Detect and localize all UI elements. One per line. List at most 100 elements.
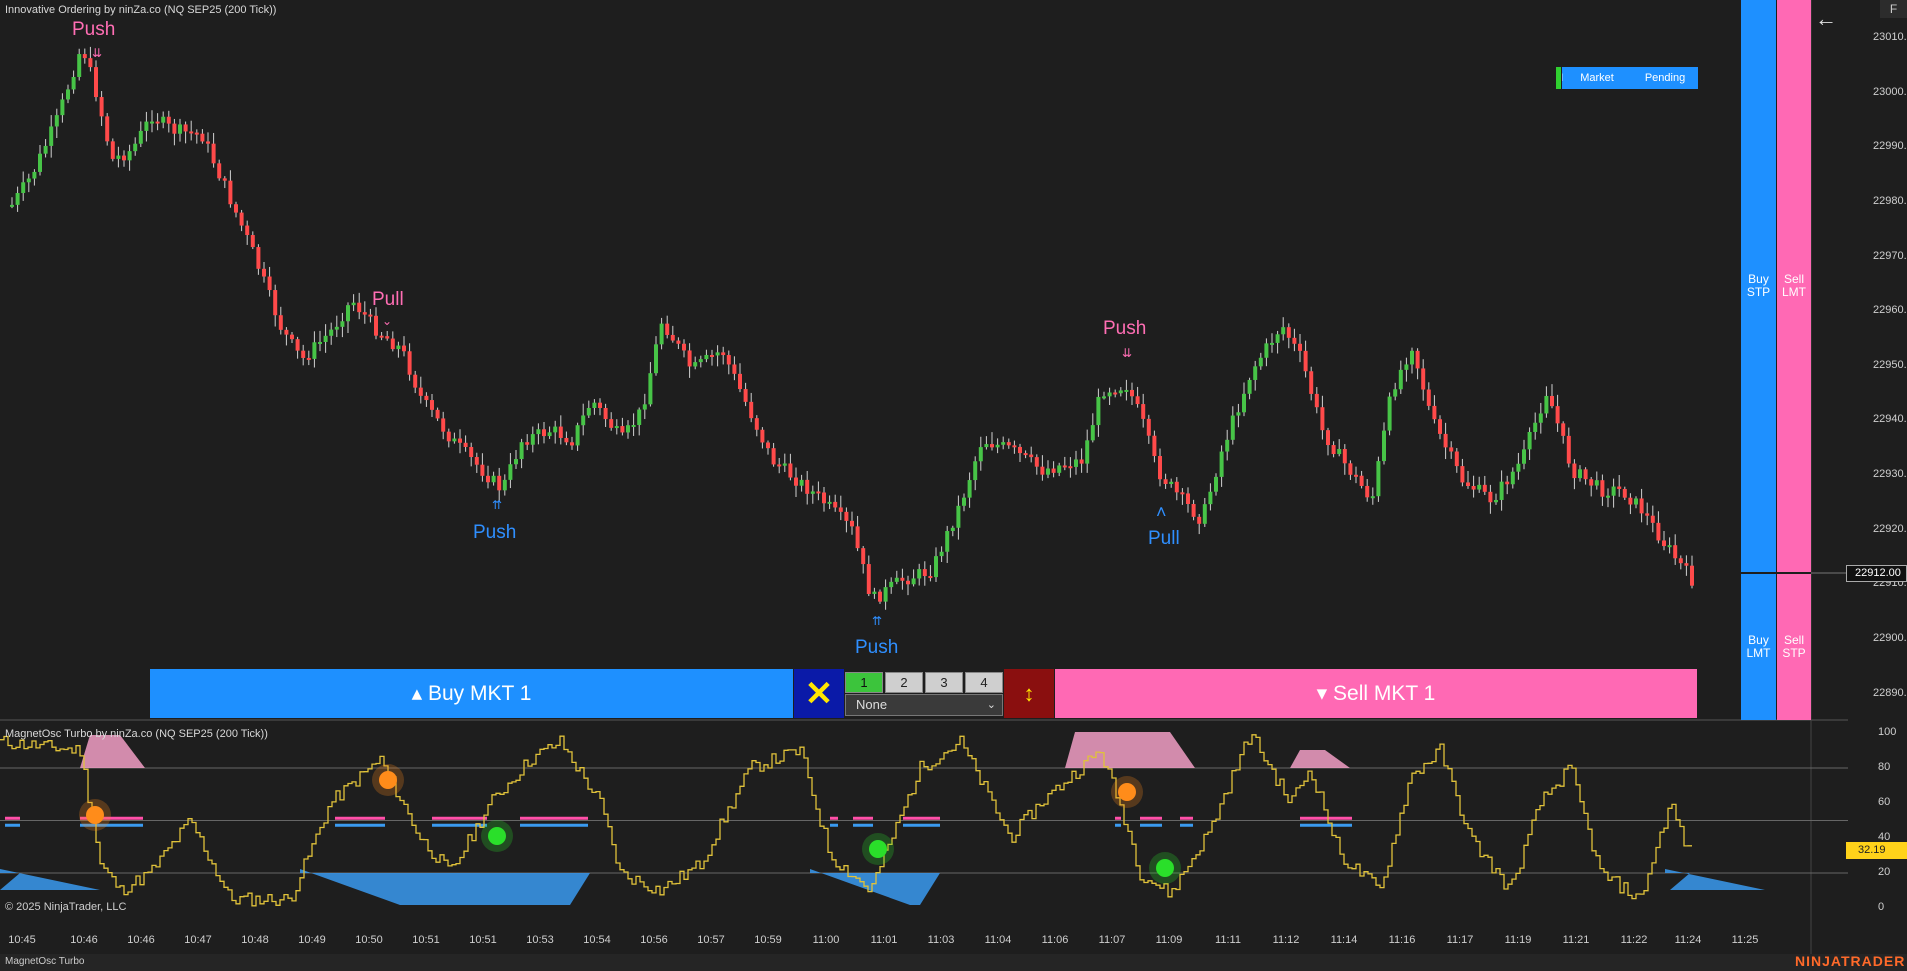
signal-bar [1300,816,1352,820]
candle-body [553,426,558,433]
chevron-up-icon: ˄ [1156,502,1167,522]
candle-body [911,578,916,585]
candle-body [1460,466,1465,483]
sell-stp-label: Sell STP [1782,633,1806,660]
buy-market-button[interactable]: ▴ Buy MKT 1 [150,669,793,718]
candle-body [1583,469,1588,480]
time-tick-label: 10:50 [355,934,383,946]
candle-body [1410,350,1414,365]
candle-body [351,302,356,306]
candle-body [1331,445,1336,455]
candle-body [1292,337,1297,344]
candle-body [866,564,871,594]
oscillator-plot [0,732,1848,907]
candle-body [474,457,479,465]
candle-body [1191,503,1196,517]
candle-body [441,418,446,432]
candle-body [973,461,978,481]
close-position-button[interactable]: ✕ [794,669,844,718]
candle-body [94,67,98,98]
qty-option-4[interactable]: 4 [965,672,1003,693]
atm-select-value: None [856,697,888,712]
back-arrow-icon[interactable]: ← [1814,6,1838,32]
candle-body [385,336,390,339]
candle-body [978,447,983,462]
oscillator-tick-label: 100 [1878,726,1897,738]
oversold-zone [1665,869,1765,890]
candle-body [306,357,311,360]
candle-body [1225,439,1230,452]
candle-body [1650,515,1655,523]
candle-body [984,444,989,448]
signal-bar [520,816,588,820]
candle-body [138,130,143,144]
signal-bar [1115,816,1121,820]
candle-body [693,362,698,367]
candle-body [1034,457,1039,467]
candle-body [502,479,507,491]
time-tick-label: 10:47 [184,934,212,946]
candle-body [77,54,82,77]
candle-body [435,409,440,419]
time-tick-label: 11:25 [1731,934,1759,946]
buy-stop-column[interactable]: Buy STP [1741,0,1776,572]
candle-body [26,178,31,183]
sell-stop-column[interactable]: Sell STP [1777,574,1811,720]
candle-body [1348,463,1353,475]
qty-option-1[interactable]: 1 [845,672,883,693]
candle-body [1678,558,1683,564]
candle-body [217,163,222,179]
candle-body [161,116,166,123]
price-tick-label: 22950.00 [1873,359,1907,371]
candle-body [1236,412,1241,416]
tab-market[interactable]: Market [1563,67,1631,89]
candle-body [1662,540,1666,547]
price-tick-label: 22980.00 [1873,195,1907,207]
candle-body [194,132,199,135]
candle-body [749,401,754,419]
candle-body [816,491,821,494]
signal-bar [853,816,873,820]
chart-canvas[interactable] [0,0,1907,971]
candle-body [889,581,894,588]
tab-pending[interactable]: Pending [1632,67,1698,89]
corner-button[interactable]: F [1880,0,1907,18]
candle-body [1298,343,1302,351]
candle-body [1074,459,1078,467]
candle-body [21,182,26,194]
qty-option-3[interactable]: 3 [925,672,963,693]
candle-body [547,432,552,437]
candle-body [15,193,20,205]
candle-body [133,143,138,152]
candle-body [1656,522,1661,541]
candle-body [250,235,255,248]
candle-body [1124,389,1129,392]
reverse-position-button[interactable]: ↕ [1004,669,1054,718]
candle-body [1264,343,1269,358]
candle-body [1214,476,1218,492]
time-tick-label: 11:24 [1674,934,1702,946]
candle-body [614,426,619,429]
qty-option-2[interactable]: 2 [885,672,923,693]
time-tick-label: 10:57 [697,934,725,946]
sell-market-button[interactable]: ▾ Sell MKT 1 [1055,669,1697,718]
candle-body [362,312,367,315]
candle-body [357,302,362,313]
double-down-arrow-icon: ⇊ [1122,346,1133,360]
buy-limit-column[interactable]: Buy LMT [1741,574,1776,720]
candle-body [206,141,210,144]
time-tick-label: 10:54 [583,934,611,946]
price-tick-label: 22960.00 [1873,304,1907,316]
candle-body [239,212,244,226]
signal-bar [1300,823,1352,827]
indicator-tab[interactable]: MagnetOsc Turbo [5,956,84,967]
candle-body [155,121,160,124]
candle-body [838,507,843,512]
candle-body [995,444,1000,448]
candle-body [581,415,586,426]
candle-body [928,576,933,579]
price-tick-label: 23010.00 [1873,31,1907,43]
atm-strategy-select[interactable]: None ⌄ [845,694,1003,716]
sell-limit-column[interactable]: Sell LMT [1777,0,1811,572]
candle-body [144,121,149,131]
